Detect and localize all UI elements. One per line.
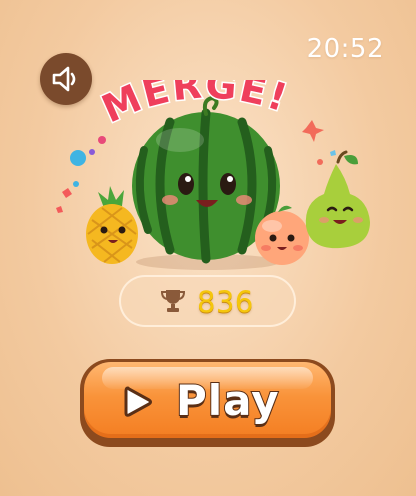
- logo-title: MERGE!: [94, 80, 294, 133]
- clock-time: 20:52: [306, 34, 384, 64]
- merge-logo: MERGE!: [94, 80, 294, 133]
- play-triangle-icon: [124, 386, 152, 417]
- trophy-icon: [161, 290, 185, 312]
- play-button-label: Play: [175, 375, 280, 426]
- best-score-panel: 836: [119, 275, 296, 327]
- svg-text:MERGE!: MERGE!: [95, 80, 294, 131]
- best-score-value: 836: [197, 285, 254, 319]
- play-button-face[interactable]: Play: [84, 362, 331, 438]
- play-button[interactable]: Play: [80, 359, 335, 447]
- hero-illustration: MERGE!: [40, 80, 380, 280]
